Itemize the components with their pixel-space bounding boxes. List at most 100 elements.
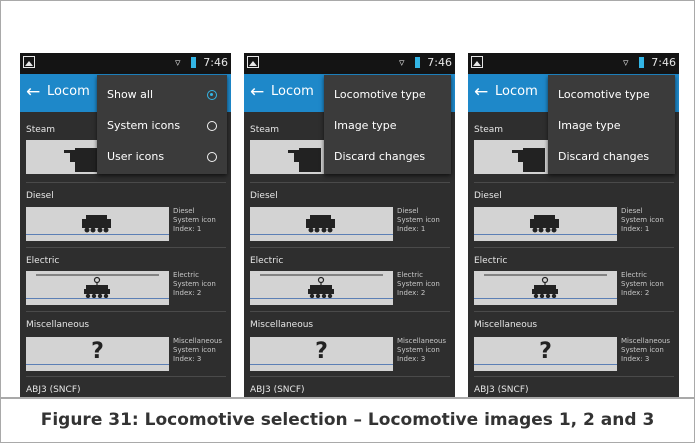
list-separator	[250, 182, 450, 183]
track-line	[26, 298, 169, 299]
app-title: Locom	[271, 84, 314, 99]
electric-info: Electric System icon Index: 2	[621, 271, 664, 297]
phone-screen-2: ▿ 7:46 ← Locom Steam Diesel Diesel System…	[244, 53, 455, 397]
caption-divider	[0, 397, 695, 399]
section-label-diesel: Diesel	[26, 191, 54, 201]
section-label-steam: Steam	[26, 125, 56, 135]
filter-menu: Show all System icons User icons	[97, 75, 227, 174]
question-mark-icon: ?	[91, 339, 104, 364]
section-label-steam: Steam	[250, 125, 280, 135]
app-title: Locom	[495, 84, 538, 99]
image-notification-icon	[471, 56, 483, 68]
list-item-abj3[interactable]: ABJ3 (SNCF)	[250, 385, 305, 395]
miscellaneous-thumbnail[interactable]: ?	[250, 337, 393, 371]
list-separator	[250, 247, 450, 248]
electric-locomotive-icon	[484, 274, 607, 299]
menu-item-locomotive-type[interactable]: Locomotive type	[558, 88, 650, 101]
electric-info: Electric System icon Index: 2	[397, 271, 440, 297]
list-separator	[26, 311, 226, 312]
wifi-icon: ▿	[399, 56, 405, 69]
diesel-thumbnail[interactable]	[474, 207, 617, 241]
image-notification-icon	[247, 56, 259, 68]
track-line	[250, 234, 393, 235]
miscellaneous-thumbnail[interactable]: ?	[26, 337, 169, 371]
radio-system-icons[interactable]	[207, 121, 217, 131]
options-menu: Locomotive type Image type Discard chang…	[548, 75, 675, 174]
diesel-locomotive-icon	[306, 215, 335, 233]
miscellaneous-thumbnail[interactable]: ?	[474, 337, 617, 371]
section-label-miscellaneous: Miscellaneous	[26, 320, 90, 330]
track-line	[26, 364, 169, 365]
list-item-abj3[interactable]: ABJ3 (SNCF)	[474, 385, 529, 395]
list-item-abj3[interactable]: ABJ3 (SNCF)	[26, 385, 81, 395]
menu-item-image-type[interactable]: Image type	[334, 119, 397, 132]
wifi-icon: ▿	[175, 56, 181, 69]
phone-screen-1: ▿ 7:46 ← Locom Steam Diesel Diesel System…	[20, 53, 231, 397]
status-time: 7:46	[427, 56, 452, 69]
menu-item-show-all[interactable]: Show all	[107, 88, 153, 101]
radio-user-icons[interactable]	[207, 152, 217, 162]
status-time: 7:46	[203, 56, 228, 69]
battery-icon	[639, 57, 644, 68]
back-arrow-icon[interactable]: ←	[26, 82, 40, 102]
diesel-info: Diesel System icon Index: 1	[621, 207, 664, 233]
track-line	[250, 364, 393, 365]
menu-item-discard-changes[interactable]: Discard changes	[334, 150, 425, 163]
track-line	[474, 298, 617, 299]
list-separator	[474, 182, 674, 183]
menu-item-system-icons[interactable]: System icons	[107, 119, 180, 132]
phone-screen-3: ▿ 7:46 ← Locom Steam Diesel Diesel System…	[468, 53, 679, 397]
status-bar: ▿ 7:46	[244, 53, 455, 74]
radio-show-all[interactable]	[207, 90, 217, 100]
miscellaneous-info: Miscellaneous System icon Index: 3	[397, 337, 447, 363]
back-arrow-icon[interactable]: ←	[474, 82, 488, 102]
wifi-icon: ▿	[623, 56, 629, 69]
miscellaneous-info: Miscellaneous System icon Index: 3	[621, 337, 671, 363]
question-mark-icon: ?	[539, 339, 552, 364]
list-separator	[474, 376, 674, 377]
list-separator	[474, 247, 674, 248]
electric-thumbnail[interactable]	[26, 271, 169, 305]
diesel-thumbnail[interactable]	[250, 207, 393, 241]
status-bar: ▿ 7:46	[468, 53, 679, 74]
section-label-diesel: Diesel	[250, 191, 278, 201]
status-bar: ▿ 7:46	[20, 53, 231, 74]
list-separator	[250, 376, 450, 377]
back-arrow-icon[interactable]: ←	[250, 82, 264, 102]
section-label-steam: Steam	[474, 125, 504, 135]
section-label-electric: Electric	[474, 256, 508, 266]
question-mark-icon: ?	[315, 339, 328, 364]
list-separator	[26, 182, 226, 183]
list-separator	[250, 311, 450, 312]
menu-item-discard-changes[interactable]: Discard changes	[558, 150, 649, 163]
diesel-info: Diesel System icon Index: 1	[173, 207, 216, 233]
track-line	[250, 298, 393, 299]
track-line	[474, 234, 617, 235]
battery-icon	[415, 57, 420, 68]
diesel-locomotive-icon	[82, 215, 111, 233]
diesel-locomotive-icon	[530, 215, 559, 233]
status-time: 7:46	[651, 56, 676, 69]
diesel-thumbnail[interactable]	[26, 207, 169, 241]
app-title: Locom	[47, 84, 90, 99]
section-label-electric: Electric	[250, 256, 284, 266]
electric-info: Electric System icon Index: 2	[173, 271, 216, 297]
section-label-miscellaneous: Miscellaneous	[250, 320, 314, 330]
section-label-miscellaneous: Miscellaneous	[474, 320, 538, 330]
menu-item-locomotive-type[interactable]: Locomotive type	[334, 88, 426, 101]
list-separator	[474, 311, 674, 312]
electric-locomotive-icon	[260, 274, 383, 299]
track-line	[474, 364, 617, 365]
electric-thumbnail[interactable]	[250, 271, 393, 305]
menu-item-image-type[interactable]: Image type	[558, 119, 621, 132]
electric-thumbnail[interactable]	[474, 271, 617, 305]
diesel-info: Diesel System icon Index: 1	[397, 207, 440, 233]
section-label-electric: Electric	[26, 256, 60, 266]
track-line	[26, 234, 169, 235]
image-notification-icon	[23, 56, 35, 68]
electric-locomotive-icon	[36, 274, 159, 299]
miscellaneous-info: Miscellaneous System icon Index: 3	[173, 337, 223, 363]
battery-icon	[191, 57, 196, 68]
options-menu: Locomotive type Image type Discard chang…	[324, 75, 451, 174]
menu-item-user-icons[interactable]: User icons	[107, 150, 164, 163]
